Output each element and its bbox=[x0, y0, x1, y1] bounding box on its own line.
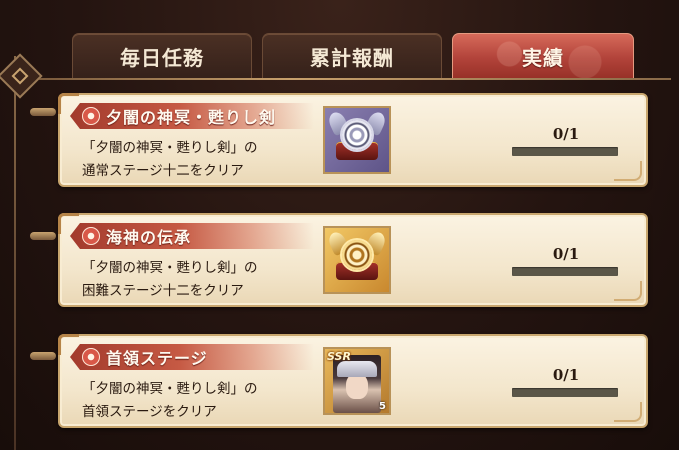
character-portrait-icon[interactable]: SSR 5 bbox=[323, 347, 391, 415]
progress-text: 0/1 bbox=[552, 125, 580, 143]
description-line: 「夕闇の神冥・甦りし剣」の bbox=[82, 140, 258, 156]
tab-label: 実績 bbox=[522, 45, 564, 70]
achievement-title-banner: 海神の伝承 bbox=[70, 223, 314, 249]
achievement-card: 海神の伝承 「夕闇の神冥・甦りし剣」の 困難ステージ十二をクリア 0/1 bbox=[58, 213, 648, 307]
tab-label: 累計報酬 bbox=[310, 45, 394, 70]
flower-icon bbox=[82, 107, 100, 125]
progress-bar bbox=[512, 267, 618, 276]
tab-achievements[interactable]: 実績 bbox=[452, 33, 634, 78]
description-line: 「夕闇の神冥・甦りし剣」の bbox=[82, 260, 258, 276]
progress-text: 0/1 bbox=[552, 245, 580, 263]
flower-icon bbox=[82, 227, 100, 245]
achievement-description: 「夕闇の神冥・甦りし剣」の 通常ステージ十二をクリア bbox=[82, 137, 258, 183]
achievement-card: 首領ステージ 「夕闇の神冥・甦りし剣」の 首領ステージをクリア SSR 5 0/… bbox=[58, 334, 648, 428]
achievement-title-banner: 夕闇の神冥・甦りし剣 bbox=[70, 103, 314, 129]
side-ornament-icon bbox=[30, 108, 56, 116]
achievement-description: 「夕闇の神冥・甦りし剣」の 首領ステージをクリア bbox=[82, 378, 258, 424]
achievement-card: 夕闇の神冥・甦りし剣 「夕闇の神冥・甦りし剣」の 通常ステージ十二をクリア 0/… bbox=[58, 93, 648, 187]
reward-count: 5 bbox=[379, 401, 386, 412]
description-line: 困難ステージ十二をクリア bbox=[82, 283, 244, 299]
tab-daily-missions[interactable]: 毎日任務 bbox=[72, 33, 252, 78]
side-ornament-icon bbox=[30, 352, 56, 360]
achievement-title: 夕闇の神冥・甦りし剣 bbox=[106, 108, 277, 127]
flower-icon bbox=[82, 348, 100, 366]
tab-cumulative-rewards[interactable]: 累計報酬 bbox=[262, 33, 442, 78]
gold-crest-icon[interactable] bbox=[323, 226, 391, 294]
achievement-title: 海神の伝承 bbox=[106, 228, 192, 247]
description-line: 首領ステージをクリア bbox=[82, 404, 217, 420]
tab-label: 毎日任務 bbox=[120, 45, 204, 70]
description-line: 通常ステージ十二をクリア bbox=[82, 163, 244, 179]
achievement-title-banner: 首領ステージ bbox=[70, 344, 314, 370]
tab-baseline bbox=[38, 78, 671, 80]
progress-text: 0/1 bbox=[552, 366, 580, 384]
progress-bar bbox=[512, 388, 618, 397]
progress-bar bbox=[512, 147, 618, 156]
corner-emblem-icon bbox=[0, 53, 43, 99]
rarity-badge: SSR bbox=[327, 350, 351, 363]
frame-left-line bbox=[14, 56, 16, 450]
achievement-title: 首領ステージ bbox=[106, 349, 208, 368]
description-line: 「夕闇の神冥・甦りし剣」の bbox=[82, 381, 258, 397]
side-ornament-icon bbox=[30, 232, 56, 240]
achievement-description: 「夕闇の神冥・甦りし剣」の 困難ステージ十二をクリア bbox=[82, 257, 258, 303]
silver-crest-icon[interactable] bbox=[323, 106, 391, 174]
